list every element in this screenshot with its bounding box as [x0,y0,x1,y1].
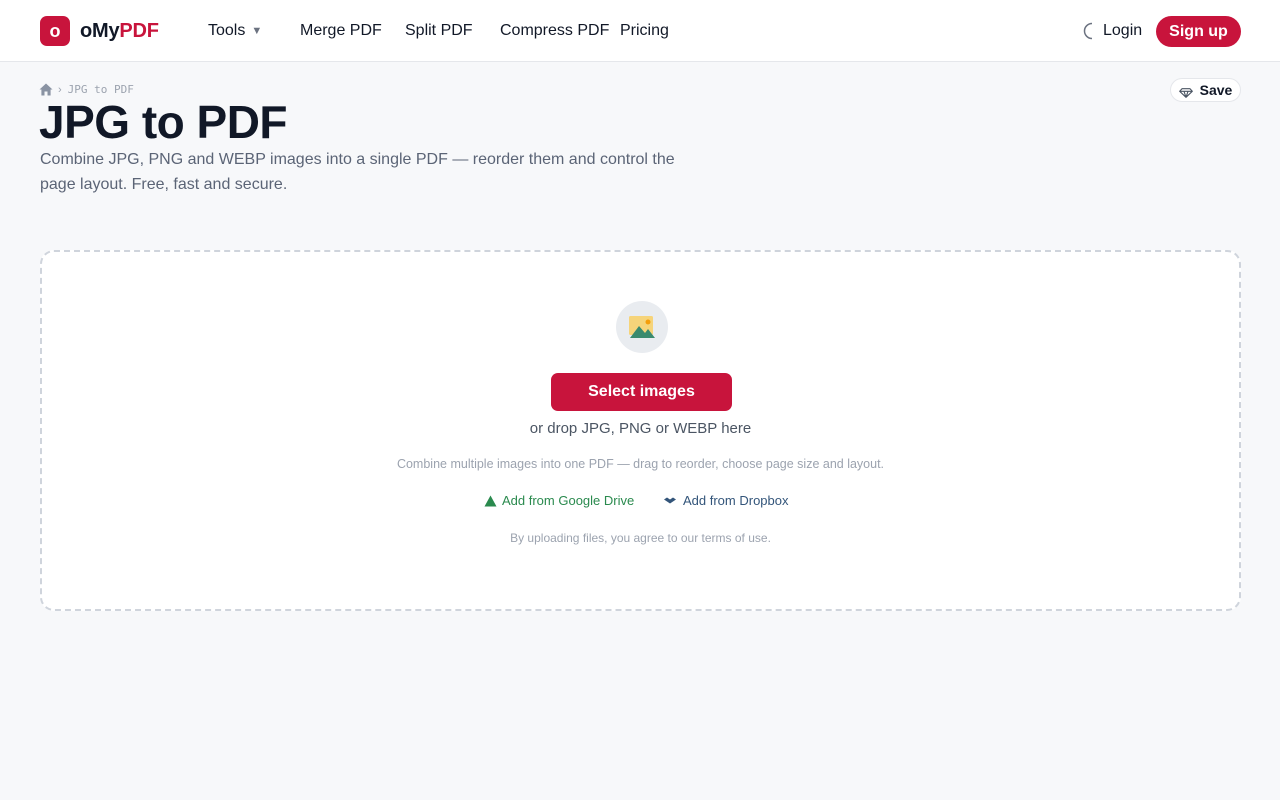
dropbox-label: Add from Dropbox [683,493,789,508]
dropzone-description: Combine multiple images into one PDF — d… [396,457,885,471]
logo-text: oMyPDF [80,20,159,43]
save-button[interactable]: Save [1170,78,1241,102]
home-icon[interactable] [39,83,53,96]
breadcrumb-separator: › [58,83,62,96]
top-navbar: o oMyPDF Tools ▼ Merge PDF Split PDF Com… [0,0,1280,62]
moon-icon[interactable] [1082,22,1098,40]
file-dropzone[interactable]: Select images or drop JPG, PNG or WEBP h… [40,250,1241,611]
nav-merge-pdf[interactable]: Merge PDF [300,21,382,41]
add-from-dropbox-link[interactable]: Add from Dropbox [664,493,789,509]
image-icon [616,301,668,353]
save-button-label: Save [1199,82,1233,98]
page-subtitle: Combine JPG, PNG and WEBP images into a … [40,151,675,193]
chevron-down-icon: ▼ [251,25,263,37]
nav-compress-pdf[interactable]: Compress PDF [500,21,609,41]
select-images-button[interactable]: Select images [551,373,732,411]
breadcrumb-current: JPG to PDF [67,83,134,96]
signup-button[interactable]: Sign up [1156,16,1241,47]
google-drive-label: Add from Google Drive [502,493,635,508]
drop-hint: or drop JPG, PNG or WEBP here [529,420,752,437]
page-title: JPG to PDF [39,96,288,148]
dropbox-icon [664,497,676,504]
nav-split-pdf[interactable]: Split PDF [405,21,473,41]
add-from-google-drive-link[interactable]: Add from Google Drive [484,493,634,509]
google-drive-icon [484,495,497,507]
logo-text-accent: PDF [119,19,159,42]
nav-tools-label: Tools [208,22,246,39]
logo-mark: o [40,16,70,46]
nav-pricing[interactable]: Pricing [620,21,669,41]
logo[interactable]: o oMyPDF [40,16,159,46]
nav-tools-dropdown[interactable]: Tools ▼ [208,21,262,41]
nav-login[interactable]: Login [1103,21,1142,41]
diamond-icon [1178,85,1193,98]
breadcrumb: › JPG to PDF [39,82,134,97]
logo-text-prefix: oMy [80,19,120,42]
terms-notice: By uploading files, you agree to our ter… [510,531,771,545]
